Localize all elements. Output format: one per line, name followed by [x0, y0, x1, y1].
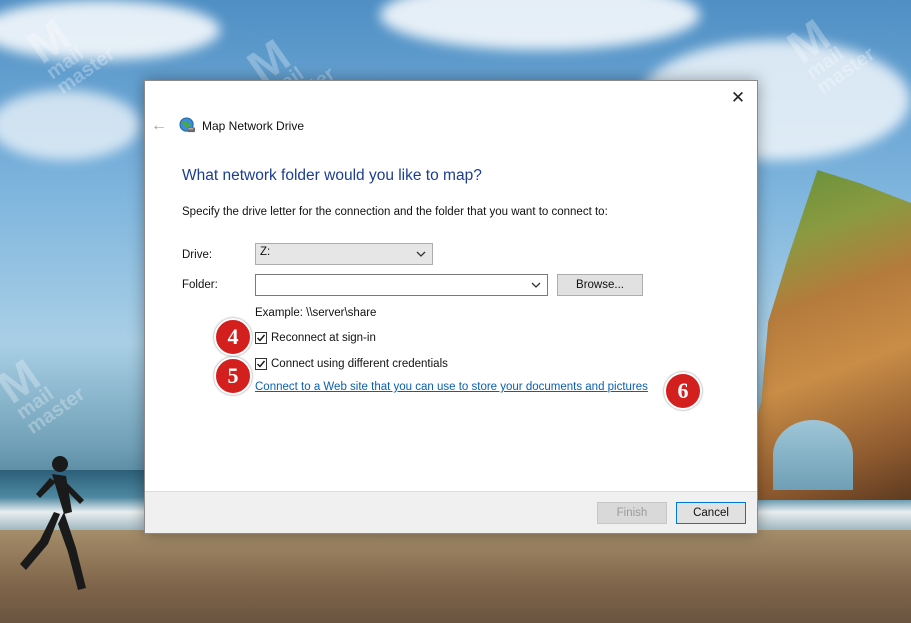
finish-button[interactable]: Finish [597, 502, 667, 524]
cloud [380, 0, 700, 50]
map-network-drive-dialog: ✕ ← Map Network Drive What network folde… [144, 80, 758, 534]
watermark-logo: Mmailmaster [0, 348, 90, 439]
dialog-title-bar: Map Network Drive [179, 117, 304, 134]
step-marker-5: 5 [214, 357, 252, 395]
cancel-button[interactable]: Cancel [676, 502, 746, 524]
step-marker-4: 4 [214, 318, 252, 356]
step-marker-6: 6 [664, 372, 702, 410]
network-drive-icon [179, 117, 196, 133]
checkmark-icon [257, 334, 266, 342]
close-icon: ✕ [730, 88, 746, 107]
reconnect-checkbox[interactable] [255, 332, 267, 344]
credentials-label: Connect using different credentials [271, 358, 448, 370]
dialog-footer: Finish Cancel [145, 491, 757, 533]
beach-sand [0, 530, 911, 623]
runner-silhouette [20, 456, 86, 590]
page-heading: What network folder would you like to ma… [182, 167, 482, 184]
browse-button[interactable]: Browse... [557, 274, 643, 296]
folder-label: Folder: [182, 279, 218, 291]
reconnect-option[interactable]: Reconnect at sign-in [255, 332, 376, 344]
instruction-text: Specify the drive letter for the connect… [182, 206, 608, 218]
web-site-link[interactable]: Connect to a Web site that you can use t… [255, 381, 648, 393]
rock-arch [773, 420, 853, 490]
cloud [0, 0, 220, 60]
credentials-checkbox[interactable] [255, 358, 267, 370]
drive-label: Drive: [182, 249, 213, 261]
dialog-title: Map Network Drive [202, 118, 305, 133]
close-button[interactable]: ✕ [725, 87, 751, 109]
back-arrow-icon[interactable]: ← [151, 117, 171, 135]
reconnect-label: Reconnect at sign-in [271, 332, 376, 344]
cloud [0, 90, 140, 160]
credentials-option[interactable]: Connect using different credentials [255, 358, 448, 370]
chevron-down-icon [416, 251, 426, 257]
drive-select[interactable]: Z: [255, 243, 433, 265]
checkmark-icon [257, 360, 266, 368]
chevron-down-icon[interactable] [529, 278, 543, 292]
folder-input[interactable] [255, 274, 548, 296]
drive-value: Z: [260, 246, 271, 258]
folder-example-text: Example: \\server\share [255, 307, 377, 319]
